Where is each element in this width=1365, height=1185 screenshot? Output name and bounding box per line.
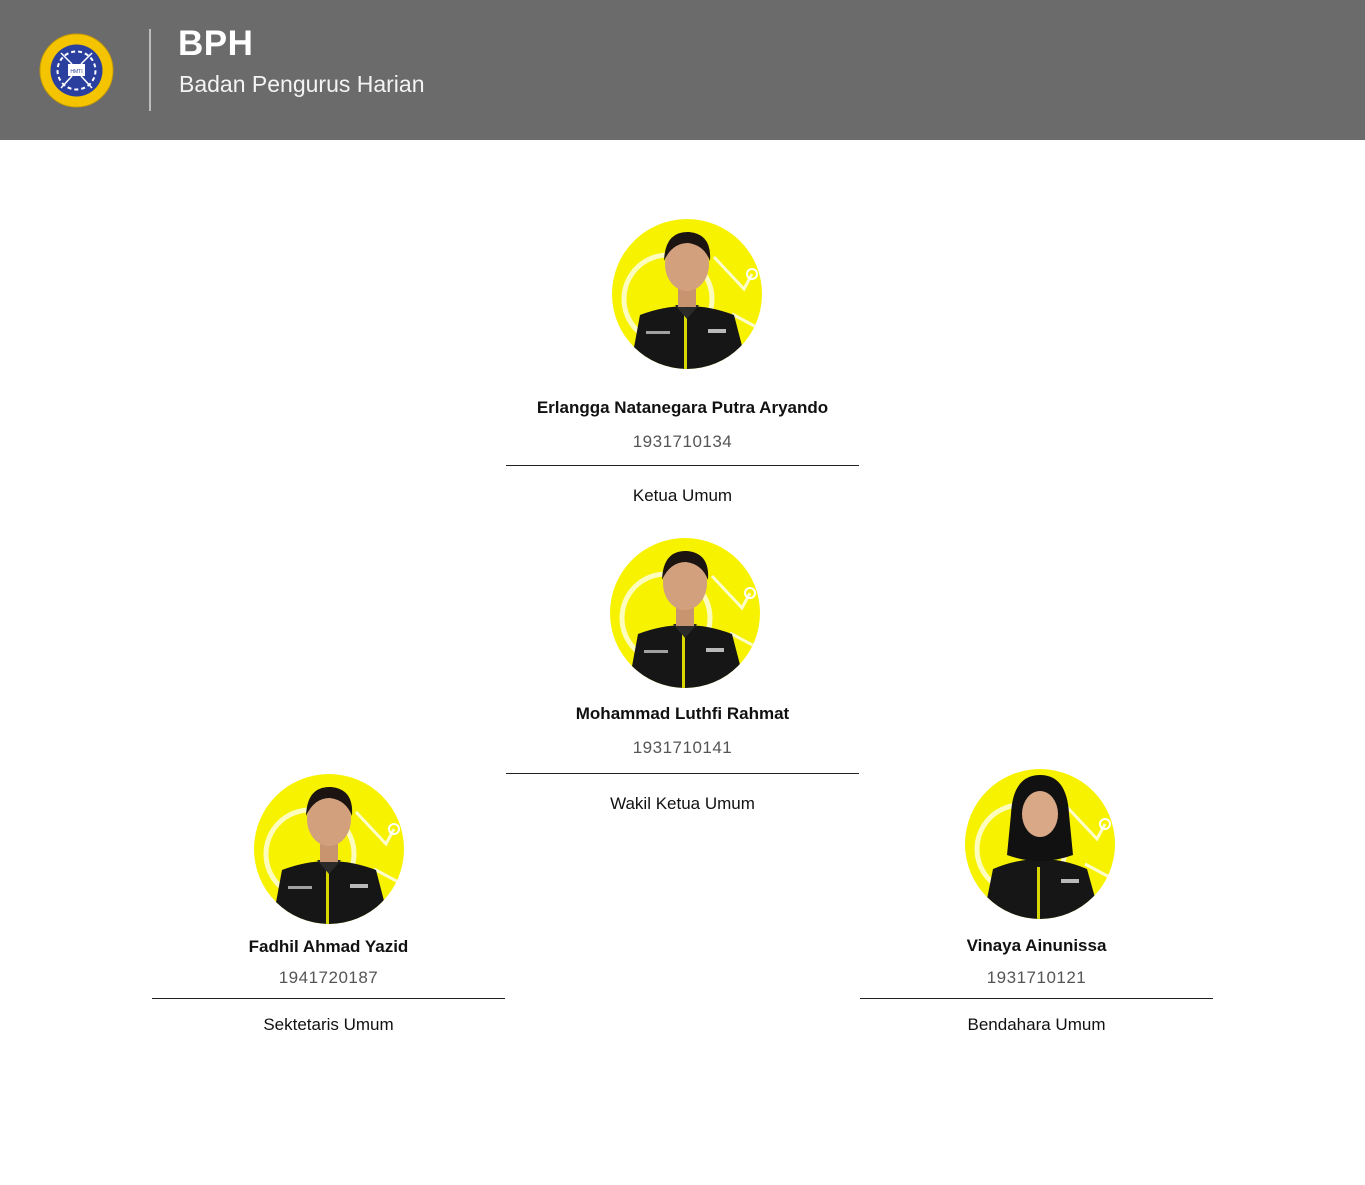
member-role: Bendahara Umum: [967, 1015, 1106, 1034]
member-nim: 1931710141: [632, 738, 733, 757]
member-name: Mohammad Luthfi Rahmat: [575, 704, 790, 723]
member-role: Wakil Ketua Umum: [610, 794, 755, 813]
member-photo: [610, 538, 760, 688]
member-nim: 1931710134: [632, 432, 733, 451]
member-nim: 1941720187: [278, 968, 379, 987]
header-divider: [149, 29, 151, 111]
page-title: BPH: [178, 24, 254, 63]
member-divider: [506, 773, 859, 774]
hmti-logo-icon: HMTI: [39, 33, 114, 108]
member-divider: [860, 998, 1213, 999]
member-photo: [254, 774, 404, 924]
member-divider: [152, 998, 505, 999]
member-role: Ketua Umum: [632, 486, 733, 505]
member-nim: 1931710121: [986, 968, 1087, 987]
member-photo: [612, 219, 762, 369]
member-name: Vinaya Ainunissa: [966, 936, 1107, 955]
member-name: Fadhil Ahmad Yazid: [248, 937, 409, 956]
page-subtitle: Badan Pengurus Harian: [179, 71, 425, 97]
member-role: Sektetaris Umum: [263, 1015, 394, 1034]
member-divider: [506, 465, 859, 466]
page-header: HMTI BPH Badan Pengurus Harian: [0, 0, 1365, 140]
member-name: Erlangga Natanegara Putra Aryando: [536, 398, 829, 417]
member-photo: [965, 769, 1115, 919]
svg-text:HMTI: HMTI: [70, 69, 82, 75]
